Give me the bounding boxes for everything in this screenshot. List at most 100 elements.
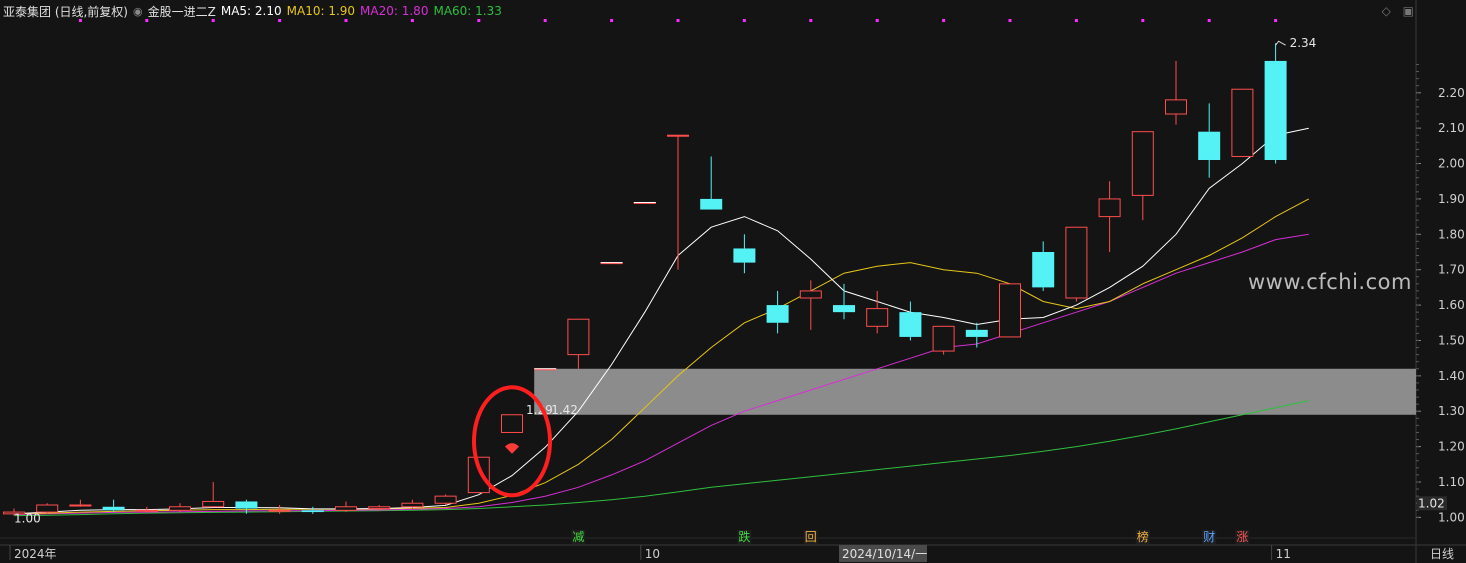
y-tick-label: 1.70 [1438,263,1465,277]
candle [169,503,191,513]
candle-body-down [899,312,922,337]
x-axis-label: 2024/10/14/一 [842,547,927,561]
candle-body-down [102,506,125,511]
x-axis-label: 11 [1276,547,1291,561]
candle-body-up [1131,131,1154,196]
y-tick-label: 1.90 [1438,192,1465,206]
candle-body-down [766,305,789,323]
bottom-marker: 减 [572,530,584,544]
ma5-line [13,127,1309,515]
y-tick-label: 2.00 [1438,157,1465,171]
candle-body-up [1065,226,1088,299]
candle [965,322,988,348]
y-tick-label: 1.40 [1438,369,1465,383]
top-signal-marker [211,19,215,22]
top-signal-marker [809,19,813,22]
top-signal-marker [1207,19,1211,22]
y-tick-label: 1.60 [1438,298,1465,312]
resistance-zone [534,368,1416,415]
candle [633,201,656,204]
top-signal-marker [477,19,481,22]
candle-body-up [268,509,291,512]
y-tick-label: 1.50 [1438,333,1465,347]
top-signal-marker [742,19,746,22]
top-signal-marker [942,19,946,22]
candle-body-up [335,506,357,511]
candle [899,301,922,341]
high-marker-icon [1275,40,1286,46]
candle-body-down [1264,60,1287,160]
candle-body-up [1098,198,1121,218]
candle-body-down [1198,131,1221,160]
top-signal-marker [1008,19,1012,22]
watermark: www.cfchi.com [1248,270,1412,294]
candle-body-up [501,414,523,433]
candle-body-down [833,305,855,313]
top-signal-marker [1074,19,1078,22]
y-tick-label: 1.80 [1438,227,1465,241]
candle-body-down [700,198,723,210]
candle [69,499,92,507]
candle-body-up [169,506,191,511]
candle [1165,60,1187,125]
bottom-marker: 榜 [1137,529,1149,544]
candle [301,506,324,514]
candle-body-up [69,504,92,507]
y-tick-label: 1.30 [1438,404,1465,418]
candle [600,262,623,265]
candle [1198,103,1221,178]
candle [1098,181,1121,252]
y-tick-label: 1.10 [1438,475,1465,489]
top-signal-marker [278,19,282,22]
price-annotation: 2.34 [1290,36,1317,50]
candle [766,290,789,334]
bottom-marker: 涨 [1236,529,1248,544]
candle-body-up [799,290,822,299]
candle [1131,131,1154,221]
y-tick-label: 1.00 [1438,510,1465,524]
x-axis-label: 10 [645,547,660,561]
candle [501,414,523,433]
top-signal-marker [1141,19,1145,22]
candle [799,280,822,330]
candle-body-up [401,502,424,508]
candle-body-up [932,325,955,352]
candle-body-up [135,509,158,512]
ma10-line [13,198,1310,515]
candle [700,156,723,210]
kline-chart: 2.20 2.10 2.00 1.90 1.80 1.70 1.60 1.50 1.40 1.30… [0,0,1466,563]
candle [733,234,756,274]
top-signal-marker [410,19,414,22]
y-tick-label: 2.20 [1438,86,1465,100]
candle [401,499,424,509]
candle-body-down [965,329,988,337]
candle-body-up [866,308,889,327]
period-label[interactable]: 日线 [1418,545,1466,563]
top-signal-marker [145,19,149,22]
price-annotation: 1.42 [551,403,578,417]
candle-body-up [999,283,1021,338]
current-price-label: 1.02 [1418,496,1445,510]
candle [534,368,557,371]
top-signal-marker [543,19,547,22]
candle-body-down [235,501,258,509]
candle-body-up [567,318,590,356]
candle [434,494,457,505]
candle-body-up [667,134,689,137]
candle [1032,241,1055,291]
candle-body-up [368,506,391,510]
candle [866,290,889,334]
candle-body-down [1032,252,1055,288]
candle-body-up [1231,88,1254,157]
candle-body-up [1165,99,1187,115]
price-annotation: 1.00 [14,511,41,525]
top-signal-marker [676,19,680,22]
bottom-marker: 跌 [738,529,750,544]
candle [102,499,125,513]
top-signal-marker [78,19,82,22]
bottom-marker: 回 [805,530,817,544]
candle [932,325,955,355]
candle [999,283,1021,338]
top-signal-marker [344,19,348,22]
candle-body-up [202,500,225,508]
